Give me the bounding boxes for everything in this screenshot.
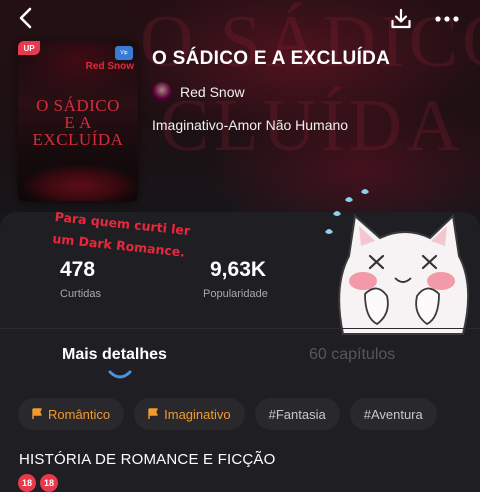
up-badge: UP	[18, 41, 40, 55]
download-icon	[391, 8, 411, 29]
tag-fantasia[interactable]: #Fantasia	[254, 398, 340, 430]
author-avatar	[152, 82, 172, 102]
cover-title-line-1: O SÁDICO	[36, 96, 120, 115]
download-button[interactable]	[387, 5, 415, 33]
crying-cat-sticker	[325, 189, 470, 335]
ghost-line-1: O SÁDICO	[140, 1, 480, 83]
cover-title: O SÁDICO E A EXCLUÍDA	[18, 97, 138, 148]
likes-value: 478	[60, 258, 96, 281]
tab-details[interactable]: Mais detalhes	[62, 346, 167, 364]
author-name: Red Snow	[180, 84, 245, 100]
age-18-badge: 18	[18, 474, 36, 492]
cover-title-line-3: EXCLUÍDA	[32, 130, 124, 149]
cover-art-lips	[18, 156, 138, 201]
tag-label: #Fantasia	[268, 406, 326, 422]
more-options-button[interactable]	[432, 5, 462, 33]
tag-aventura[interactable]: #Aventura	[349, 398, 437, 430]
more-dots-icon	[435, 16, 459, 22]
author-link[interactable]: Red Snow	[152, 82, 245, 102]
cover-author: Red Snow	[85, 61, 134, 72]
tabs-divider	[0, 328, 480, 329]
tag-romantico[interactable]: Romântico	[18, 398, 125, 430]
popularity-label: Popularidade	[203, 288, 268, 300]
active-tab-indicator	[108, 370, 132, 379]
age-18-badge: 18	[40, 474, 58, 492]
flag-icon	[148, 408, 158, 419]
back-arrow-icon	[19, 7, 32, 29]
cover-title-line-2: E A	[64, 113, 92, 132]
tag-imaginativo[interactable]: Imaginativo	[134, 398, 245, 430]
popularity-value: 9,63K	[210, 258, 267, 281]
popularity-stat: 9,63K Popularidade	[203, 258, 268, 300]
section-heading: HISTÓRIA DE ROMANCE E FICÇÃO	[19, 451, 276, 468]
flag-icon	[32, 408, 42, 419]
genre-line[interactable]: Imaginativo-Amor Não Humano	[152, 117, 348, 133]
likes-stat: 478 Curtidas	[60, 258, 101, 300]
book-title: O SÁDICO E A EXCLUÍDA	[152, 48, 391, 69]
tag-label: Romântico	[48, 406, 111, 422]
book-cover[interactable]: UP Vip Red Snow O SÁDICO E A EXCLUÍDA	[18, 41, 138, 201]
cover-mini-badge: Vip	[115, 46, 133, 60]
likes-label: Curtidas	[60, 288, 101, 300]
tag-list: Romântico Imaginativo #Fantasia #Aventur…	[18, 398, 437, 430]
tab-chapters[interactable]: 60 capítulos	[309, 346, 395, 364]
tag-label: Imaginativo	[164, 406, 231, 422]
tag-label: #Aventura	[363, 406, 423, 422]
age-badges: 18 18	[18, 474, 58, 492]
back-button[interactable]	[12, 4, 40, 32]
